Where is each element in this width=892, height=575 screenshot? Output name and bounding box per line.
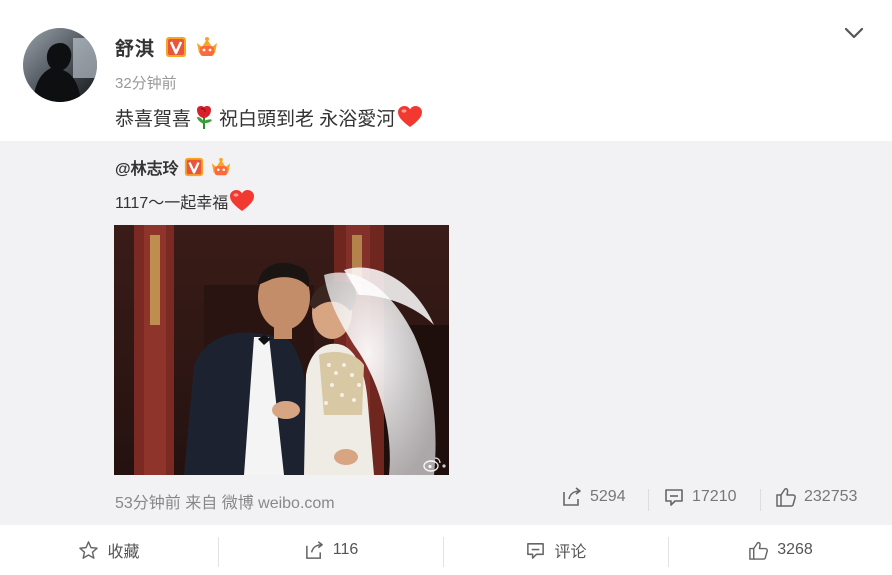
- comment-label: 评论: [554, 544, 587, 561]
- comment-icon: [527, 542, 545, 559]
- repost-source-meta[interactable]: 53分钟前 来自 微博 weibo.com: [115, 489, 335, 513]
- star-icon: [79, 540, 99, 559]
- repost-forward-stat[interactable]: 5294: [561, 486, 626, 508]
- original-author-line: @林志玲: [115, 154, 233, 180]
- thumbs-up-icon: [776, 488, 796, 507]
- repost-block[interactable]: @林志玲 1117～一起幸福 53分钟前 来自 微博 weibo.com 529…: [0, 141, 892, 525]
- divider: [648, 489, 649, 511]
- weibo-post: 舒淇 32分钟前 恭喜賀喜 祝白頭到老 永浴愛河 @林志玲 1117～一起幸福 …: [0, 0, 892, 575]
- verified-badge-icon: [166, 37, 187, 57]
- heart-icon: [230, 190, 255, 211]
- post-photo[interactable]: [114, 225, 449, 475]
- heart-icon: [398, 106, 423, 127]
- author-line: 舒淇: [115, 33, 220, 61]
- post-text-part1: 恭喜賀喜: [115, 108, 192, 130]
- forward-count: 116: [332, 541, 359, 558]
- vip-crown-icon: [211, 157, 230, 176]
- author-name[interactable]: 舒淇: [115, 34, 155, 61]
- rose-icon: [197, 106, 213, 129]
- repost-like-stat[interactable]: 232753: [775, 486, 857, 508]
- verified-badge-icon: [184, 157, 203, 177]
- thumbs-up-icon: [749, 541, 769, 560]
- chevron-down-icon[interactable]: [843, 24, 865, 42]
- repost-comment-stat[interactable]: 17210: [663, 486, 737, 508]
- repost-comment-count: 17210: [692, 488, 737, 505]
- post-timestamp[interactable]: 32分钟前: [115, 72, 177, 93]
- like-button[interactable]: 3268: [669, 525, 892, 575]
- post-text-part2: 祝白頭到老 永浴愛河: [219, 108, 396, 130]
- post-text: 恭喜賀喜 祝白頭到老 永浴愛河: [115, 103, 423, 131]
- like-count: 3268: [777, 541, 813, 558]
- vip-crown-icon: [197, 37, 218, 56]
- action-bar: 收藏 116 评论 3268: [0, 525, 892, 575]
- repost-forward-count: 5294: [590, 488, 626, 505]
- original-author-name[interactable]: @林志玲: [115, 155, 179, 179]
- original-post-text-content: 1117～一起幸福: [115, 195, 229, 212]
- favorite-button[interactable]: 收藏: [0, 525, 218, 575]
- author-avatar[interactable]: [23, 28, 97, 102]
- comment-button[interactable]: 评论: [444, 525, 668, 575]
- repost-like-count: 232753: [804, 488, 858, 505]
- forward-button[interactable]: 116: [219, 525, 443, 575]
- favorite-label: 收藏: [107, 544, 140, 561]
- comment-icon: [665, 489, 683, 506]
- divider: [760, 489, 761, 511]
- share-icon: [305, 540, 323, 559]
- original-post-text: 1117～一起幸福: [115, 188, 255, 214]
- share-icon: [563, 487, 581, 506]
